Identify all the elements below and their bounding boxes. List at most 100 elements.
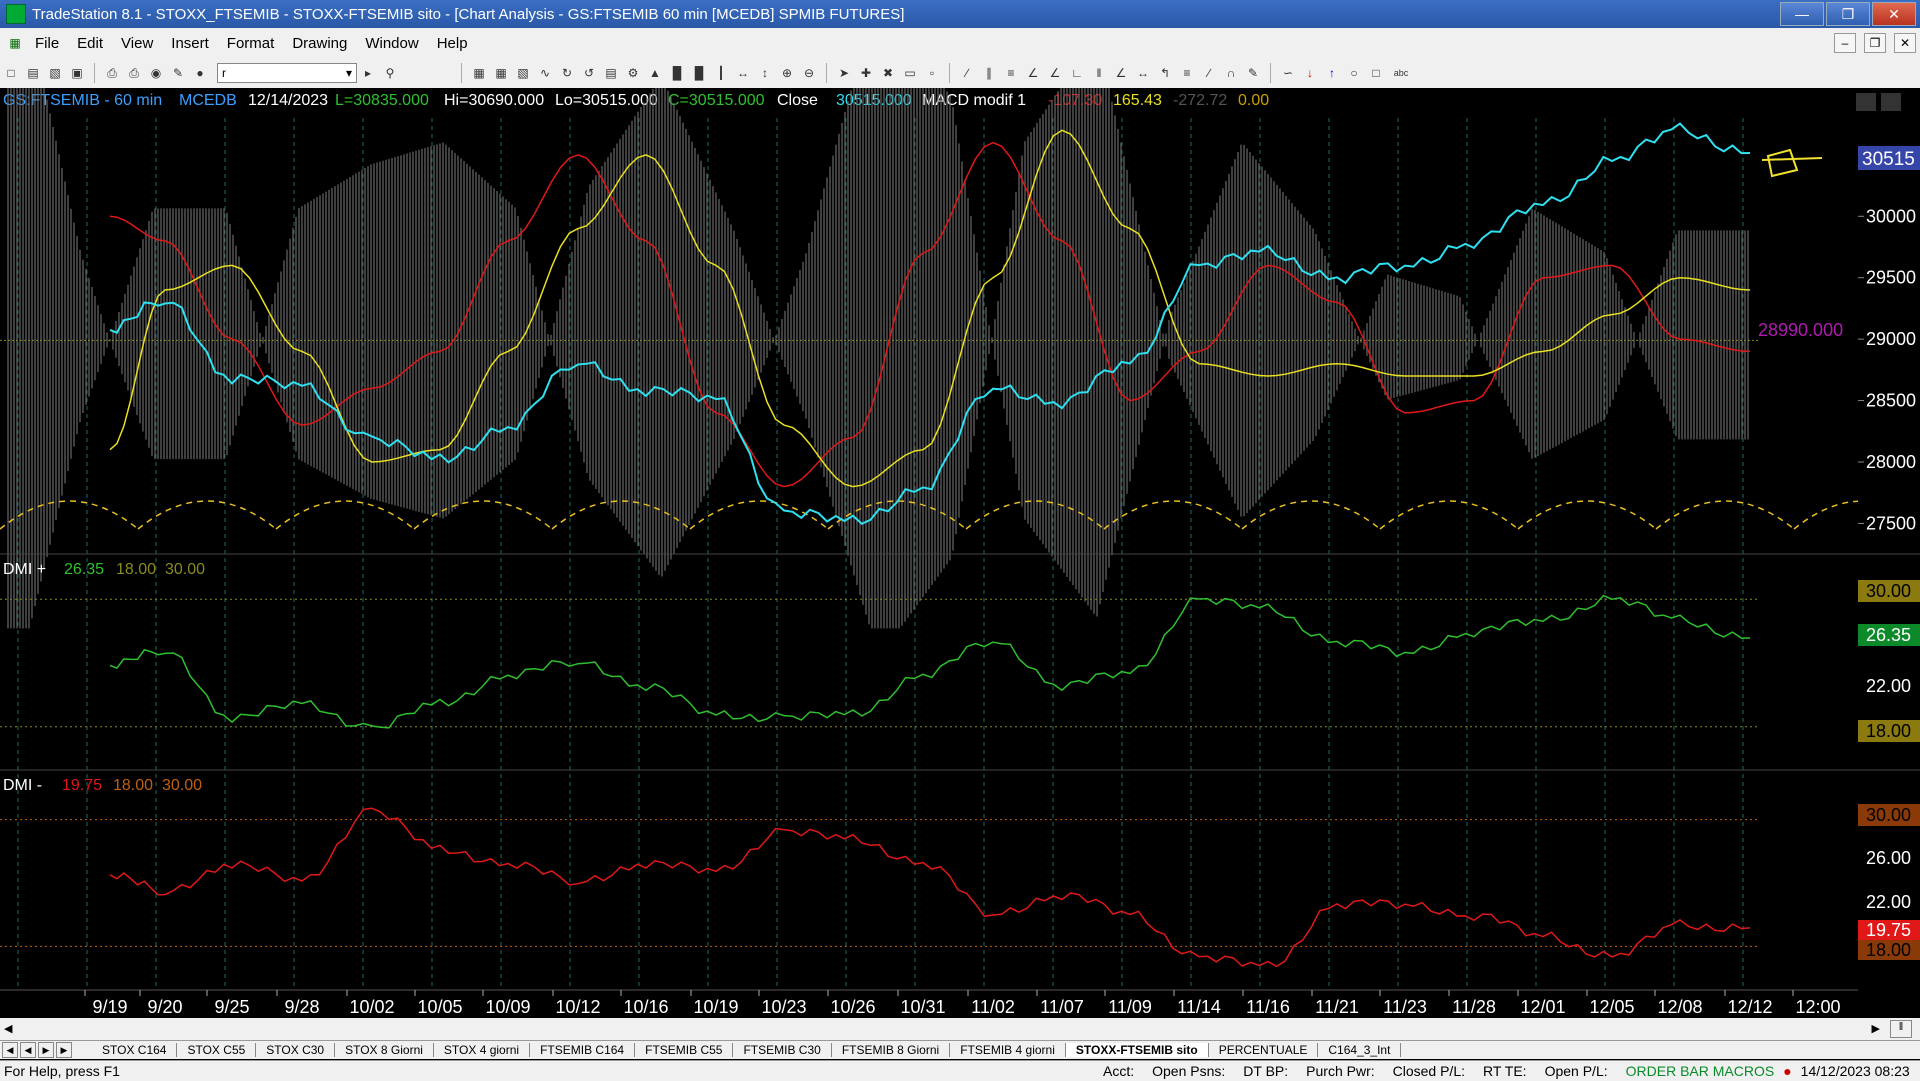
tab-ftsemib-c30[interactable]: FTSEMIB C30 [733, 1043, 832, 1057]
pointer-icon[interactable]: ➤ [835, 64, 853, 82]
rectangle-icon[interactable]: □ [1367, 64, 1385, 82]
find-icon[interactable]: ⚲ [381, 64, 399, 82]
speed-lines-icon[interactable]: ∠ [1024, 64, 1042, 82]
fib-icon[interactable]: ≡ [1002, 64, 1020, 82]
chart-area[interactable]: GS:FTSEMIB - 60 min MCEDB 12/14/2023 L=3… [0, 20, 1920, 1018]
tab-first-icon[interactable]: ◀ [2, 1042, 18, 1058]
doc-close-button[interactable]: ✕ [1894, 33, 1916, 53]
sheet-icon[interactable]: ▧ [514, 64, 532, 82]
tab-ftsemib-8-giorni[interactable]: FTSEMIB 8 Giorni [832, 1043, 951, 1057]
step-icon[interactable]: ↰ [1156, 64, 1174, 82]
horizontal-arrows-icon[interactable]: ↔ [1134, 64, 1152, 82]
window-title: TradeStation 8.1 - STOXX_FTSEMIB - STOXX… [32, 5, 905, 23]
menu-drawing[interactable]: Drawing [283, 35, 356, 52]
draw-icon[interactable]: ✎ [169, 64, 187, 82]
vertical-lines-icon[interactable]: ‖ [1090, 64, 1108, 82]
export-icon[interactable]: ▭ [901, 64, 919, 82]
text-tool-icon[interactable]: abc [1389, 64, 1413, 82]
menu-window[interactable]: Window [356, 35, 427, 52]
angle-icon[interactable]: ∠ [1112, 64, 1130, 82]
print-preview-icon[interactable]: ⎙ [125, 64, 143, 82]
chart-settings-icon[interactable]: ⚙ [624, 64, 642, 82]
zoom-in-icon[interactable]: ⊕ [778, 64, 796, 82]
curve-icon[interactable]: ∽ [1279, 64, 1297, 82]
open-icon[interactable]: ▤ [24, 64, 42, 82]
pane-minimize-icon[interactable] [1856, 93, 1876, 111]
menu-insert[interactable]: Insert [162, 35, 218, 52]
save-icon[interactable]: ▧ [46, 64, 64, 82]
tab-percentuale[interactable]: PERCENTUALE [1209, 1043, 1319, 1057]
ohlc-icon[interactable]: ┃ [712, 64, 730, 82]
dmi-plus-label: DMI + [3, 561, 46, 578]
doc-restore-button[interactable]: ❐ [1864, 33, 1886, 53]
indicator-icon[interactable]: ▲ [646, 64, 664, 82]
annotation-doodle [1761, 148, 1823, 178]
hline-label: 28990.000 [1758, 320, 1843, 340]
tab-stox-4-giorni[interactable]: STOX 4 giorni [434, 1043, 531, 1057]
lines-icon[interactable]: ≡ [1178, 64, 1196, 82]
trendline-icon[interactable]: ∕ [958, 64, 976, 82]
tab-ftsemib-4-giorni[interactable]: FTSEMIB 4 giorni [950, 1043, 1066, 1057]
menu-edit[interactable]: Edit [68, 35, 112, 52]
pen-icon[interactable]: ✎ [1244, 64, 1262, 82]
menu-help[interactable]: Help [428, 35, 477, 52]
tab-stox-c55[interactable]: STOX C55 [177, 1043, 257, 1057]
status-order-bar-macros[interactable]: ORDER BAR MACROS [1617, 1063, 1784, 1079]
tab-stox-c164[interactable]: STOX C164 [92, 1043, 178, 1057]
tab-stox-8-giorni[interactable]: STOX 8 Giorni [335, 1043, 434, 1057]
gann-fan-icon[interactable]: ∠ [1046, 64, 1064, 82]
print-icon[interactable]: ⎙ [103, 64, 121, 82]
lock-icon[interactable]: ◉ [147, 64, 165, 82]
channel-icon[interactable]: ∥ [980, 64, 998, 82]
header-macd-v3: -272.72 [1173, 92, 1227, 109]
grid-icon[interactable]: ▦ [470, 64, 488, 82]
workspace-icon[interactable]: ▣ [68, 64, 86, 82]
tab-stox-c30[interactable]: STOX C30 [256, 1043, 336, 1057]
down-arrow-icon[interactable]: ↓ [1301, 64, 1319, 82]
chart-canvas[interactable]: GS:FTSEMIB - 60 min MCEDB 12/14/2023 L=3… [0, 20, 1920, 1018]
chart-type-icon[interactable]: ▤ [602, 64, 620, 82]
palette-icon[interactable]: ● [191, 64, 209, 82]
crosshair-icon[interactable]: ✚ [857, 64, 875, 82]
cycle-icon[interactable]: ↺ [580, 64, 598, 82]
new-icon[interactable]: □ [2, 64, 20, 82]
scroll-grip-icon[interactable]: ‖ [1890, 1020, 1912, 1038]
up-arrow-icon[interactable]: ↑ [1323, 64, 1341, 82]
tab-next-icon[interactable]: ▶ [38, 1042, 54, 1058]
minimize-button[interactable]: — [1780, 2, 1824, 26]
wave-icon[interactable]: ∿ [536, 64, 554, 82]
scroll-left-icon[interactable]: ◀ [4, 1022, 12, 1035]
tools-icon[interactable]: ✖ [879, 64, 897, 82]
tab-prev-icon[interactable]: ◀ [20, 1042, 36, 1058]
expand-icon[interactable]: ↕ [756, 64, 774, 82]
tab-stoxx-ftsemib-sito[interactable]: STOXX-FTSEMIB sito [1065, 1043, 1209, 1057]
candle-icon[interactable]: █ [690, 64, 708, 82]
ellipse-icon[interactable]: ○ [1345, 64, 1363, 82]
horizontal-scrollbar[interactable]: ◀ ▶ ‖ [0, 1018, 1920, 1040]
symbol-combo[interactable]: r ▾ [217, 63, 357, 83]
menu-format[interactable]: Format [218, 35, 284, 52]
scroll-right-icon[interactable]: ▶ [1872, 1022, 1880, 1035]
pane-restore-icon[interactable] [1881, 93, 1901, 111]
close-button[interactable]: ✕ [1872, 2, 1916, 26]
menu-view[interactable]: View [112, 35, 162, 52]
doc-minimize-button[interactable]: – [1834, 33, 1856, 53]
arcs-icon[interactable]: ∩ [1222, 64, 1240, 82]
dmi-plus-high: 30.00 [165, 561, 205, 578]
chevron-down-icon: ▾ [345, 66, 352, 80]
restore-button[interactable]: ❐ [1826, 2, 1870, 26]
tab-last-icon[interactable]: ▶ [56, 1042, 72, 1058]
tab-c164-3-int[interactable]: C164_3_Int [1318, 1043, 1402, 1057]
compress-icon[interactable]: ↔ [734, 64, 752, 82]
table-icon[interactable]: ▦ [492, 64, 510, 82]
zoom-out-icon[interactable]: ⊖ [800, 64, 818, 82]
parallel-icon[interactable]: ∕ [1200, 64, 1218, 82]
refresh-icon[interactable]: ↻ [558, 64, 576, 82]
tab-ftsemib-c55[interactable]: FTSEMIB C55 [635, 1043, 734, 1057]
disabled-icon[interactable]: ▫ [923, 64, 941, 82]
menu-file[interactable]: File [26, 35, 68, 52]
go-arrow-icon[interactable]: ▸ [359, 64, 377, 82]
bar-chart-icon[interactable]: █ [668, 64, 686, 82]
andrews-icon[interactable]: ∟ [1068, 64, 1086, 82]
tab-ftsemib-c164[interactable]: FTSEMIB C164 [530, 1043, 636, 1057]
